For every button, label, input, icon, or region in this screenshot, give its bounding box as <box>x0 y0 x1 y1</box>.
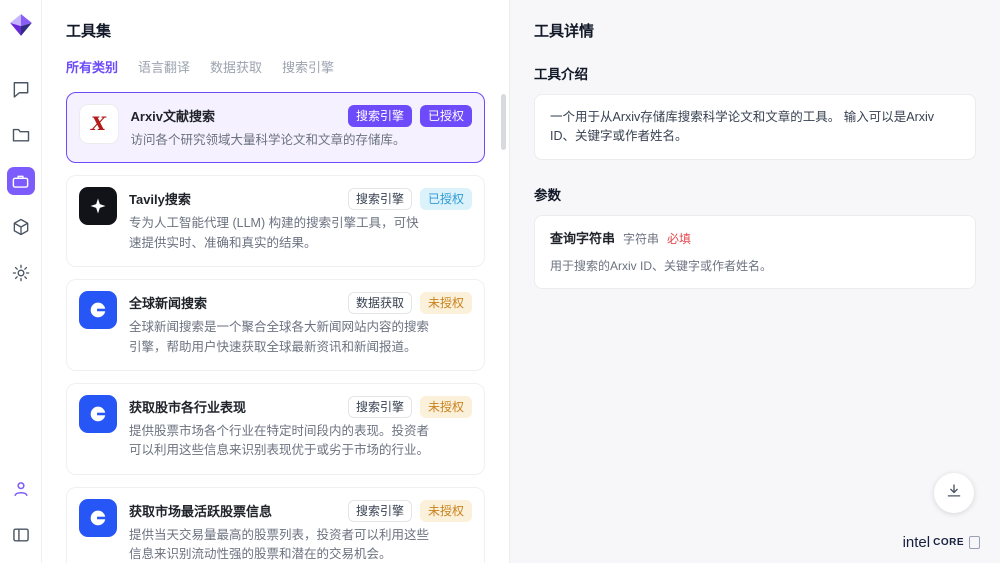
list-scrollbar-thumb[interactable] <box>501 94 506 150</box>
folder-icon[interactable] <box>7 121 35 149</box>
parameter-card: 查询字符串 字符串 必填 用于搜索的Arxiv ID、关键字或作者姓名。 <box>534 215 976 290</box>
param-required-label: 必填 <box>667 230 691 248</box>
tool-card-active-stocks[interactable]: 获取市场最活跃股票信息 提供当天交易量最高的股票列表，投资者可以利用这些信息来识… <box>66 487 485 563</box>
tool-description: 全球新闻搜索是一个聚合全球各大新闻网站内容的搜索引擎，帮助用户快速获取全球最新资… <box>129 318 429 357</box>
category-tabs: 所有类别 语言翻译 数据获取 搜索引擎 <box>66 57 495 76</box>
core-wordmark: CORE <box>933 537 964 548</box>
category-badge: 搜索引擎 <box>348 396 412 418</box>
tab-data-acquisition[interactable]: 数据获取 <box>210 57 262 76</box>
icon-rail <box>0 0 42 563</box>
market-data-icon <box>79 395 117 433</box>
param-description: 用于搜索的Arxiv ID、关键字或作者姓名。 <box>550 257 960 275</box>
param-type: 字符串 <box>623 230 659 248</box>
panel-toggle-icon[interactable] <box>7 521 35 549</box>
app-window: 工具集 所有类别 语言翻译 数据获取 搜索引擎 X Arxiv文献搜索 访问各个… <box>0 0 1000 563</box>
settings-gear-icon[interactable] <box>7 259 35 287</box>
tool-card-list: X Arxiv文献搜索 访问各个研究领域大量科学论文和文章的存储库。 搜索引擎 … <box>66 92 495 563</box>
tab-language-translation[interactable]: 语言翻译 <box>138 57 190 76</box>
tool-detail-panel: 工具详情 工具介绍 一个用于从Arxiv存储库搜索科学论文和文章的工具。 输入可… <box>510 0 1000 563</box>
download-button[interactable] <box>934 473 974 513</box>
arxiv-logo-icon: X <box>79 104 119 144</box>
tool-card-arxiv[interactable]: X Arxiv文献搜索 访问各个研究领域大量科学论文和文章的存储库。 搜索引擎 … <box>66 92 485 163</box>
params-heading: 参数 <box>534 184 976 204</box>
auth-status-badge: 未授权 <box>420 500 472 522</box>
tool-description: 访问各个研究领域大量科学论文和文章的存储库。 <box>131 131 406 150</box>
tool-card-tavily[interactable]: Tavily搜索 专为人工智能代理 (LLM) 构建的搜索引擎工具，可快速提供实… <box>66 175 485 267</box>
auth-status-badge: 未授权 <box>420 292 472 314</box>
category-badge: 搜索引擎 <box>348 500 412 522</box>
market-data-icon <box>79 499 117 537</box>
tab-search-engine[interactable]: 搜索引擎 <box>282 57 334 76</box>
tab-all-categories[interactable]: 所有类别 <box>66 57 118 76</box>
detail-title: 工具详情 <box>534 20 976 41</box>
category-badge: 搜索引擎 <box>348 188 412 210</box>
package-icon[interactable] <box>7 213 35 241</box>
app-logo-icon <box>8 12 34 43</box>
download-icon <box>945 482 963 505</box>
user-icon[interactable] <box>7 475 35 503</box>
tool-card-global-news[interactable]: 全球新闻搜索 全球新闻搜索是一个聚合全球各大新闻网站内容的搜索引擎，帮助用户快速… <box>66 279 485 371</box>
auth-status-badge: 未授权 <box>420 396 472 418</box>
tool-description: 提供当天交易量最高的股票列表，投资者可以利用这些信息来识别流动性强的股票和潜在的… <box>129 526 429 563</box>
auth-status-badge: 已授权 <box>420 105 472 127</box>
auth-status-badge: 已授权 <box>420 188 472 210</box>
intel-core-badge-box <box>969 536 980 549</box>
tool-intro-card: 一个用于从Arxiv存储库搜索科学论文和文章的工具。 输入可以是Arxiv ID… <box>534 94 976 160</box>
tool-description: 提供股票市场各个行业在特定时间段内的表现。投资者可以利用这些信息来识别表现优于或… <box>129 422 429 461</box>
category-badge: 搜索引擎 <box>348 105 412 127</box>
chat-icon[interactable] <box>7 75 35 103</box>
tool-description: 专为人工智能代理 (LLM) 构建的搜索引擎工具，可快速提供实时、准确和真实的结… <box>129 214 429 253</box>
global-news-icon <box>79 291 117 329</box>
tavily-star-icon <box>79 187 117 225</box>
intel-core-logo: intel CORE <box>903 534 980 551</box>
intro-heading: 工具介绍 <box>534 63 976 83</box>
param-name: 查询字符串 <box>550 229 615 249</box>
page-title: 工具集 <box>66 20 495 41</box>
briefcase-icon[interactable] <box>7 167 35 195</box>
tool-list-panel: 工具集 所有类别 语言翻译 数据获取 搜索引擎 X Arxiv文献搜索 访问各个… <box>42 0 510 563</box>
category-badge: 数据获取 <box>348 292 412 314</box>
intel-wordmark: intel <box>903 534 931 551</box>
tool-intro-text: 一个用于从Arxiv存储库搜索科学论文和文章的工具。 输入可以是Arxiv ID… <box>550 110 934 143</box>
tool-card-sector-performance[interactable]: 获取股市各行业表现 提供股票市场各个行业在特定时间段内的表现。投资者可以利用这些… <box>66 383 485 475</box>
